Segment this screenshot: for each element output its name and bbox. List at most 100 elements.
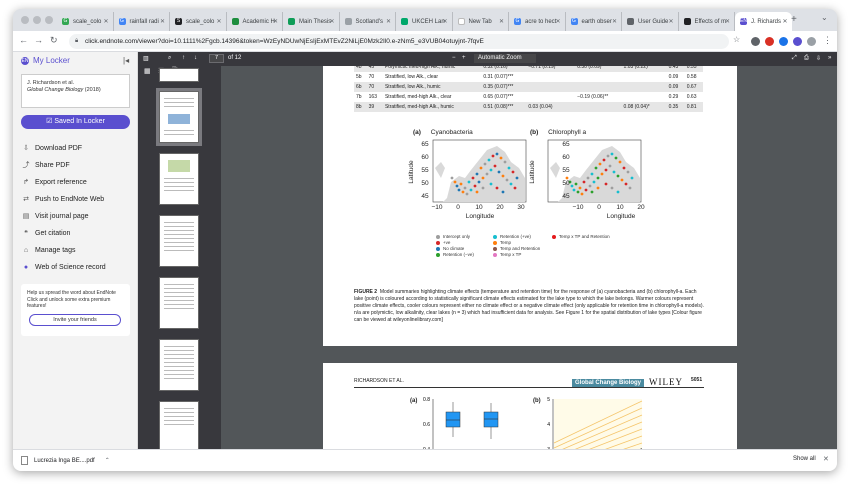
- close-icon[interactable]: ✕: [823, 455, 829, 463]
- browser-tab[interactable]: User Guide ✕: [622, 12, 679, 31]
- pdf-toolbar: ▥ ⌕ ↑ ↓ 7 of 12 − + Automatic Zoom ⤢ ⎙ ⇩…: [138, 52, 837, 66]
- browser-tab[interactable]: Gscale_colo ✕: [57, 12, 114, 31]
- reload-icon[interactable]: ↻: [50, 35, 58, 46]
- running-head: RICHARDSON ET AL.: [354, 378, 404, 384]
- collapse-sidebar-icon[interactable]: |◂: [123, 56, 129, 65]
- browser-tab[interactable]: Gacre to hect ✕: [509, 12, 566, 31]
- browser-tab[interactable]: Scotland's ✕: [340, 12, 396, 31]
- panel-a-title: Cyanobacteria: [430, 129, 473, 136]
- page-thumbnail[interactable]: [159, 68, 199, 82]
- back-icon[interactable]: ←: [19, 35, 28, 45]
- chevron-up-icon[interactable]: ⌃: [105, 457, 110, 464]
- page-thumbnail[interactable]: [159, 153, 199, 205]
- tab-close-icon[interactable]: ✕: [668, 18, 673, 25]
- extension-icon[interactable]: [751, 37, 760, 46]
- zoom-in-icon[interactable]: +: [462, 55, 466, 61]
- bookmark-star-icon[interactable]: ☆: [733, 35, 740, 44]
- page-thumbnail[interactable]: [159, 277, 199, 329]
- invite-friends-button[interactable]: Invite your friends: [29, 314, 121, 326]
- page-thumbnail[interactable]: [159, 215, 199, 267]
- lake-point: [606, 154, 610, 158]
- address-bar[interactable]: 🔒︎ click.endnote.com/viewer?doi=10.1111%…: [69, 34, 729, 49]
- browser-tab[interactable]: Effects of m ✕: [679, 12, 735, 31]
- saved-in-locker-button[interactable]: ☑ Saved In Locker: [21, 115, 130, 129]
- tab-close-icon[interactable]: ✕: [386, 18, 391, 25]
- thumbnails-icon[interactable]: ▦: [144, 67, 151, 75]
- page-number-input[interactable]: 7: [209, 54, 224, 63]
- browser-tab[interactable]: Main Thesis ✕: [283, 12, 340, 31]
- tab-close-icon[interactable]: ✕: [725, 18, 730, 25]
- browser-tab[interactable]: Academic H ✕: [227, 12, 283, 31]
- tab-close-icon[interactable]: ✕: [782, 18, 787, 25]
- tab-close-icon[interactable]: ✕: [160, 18, 165, 25]
- tab-search-icon[interactable]: ⌄: [821, 13, 828, 22]
- sidebar-menu-item[interactable]: ❝ Get citation: [21, 227, 70, 239]
- legend-column: Intercept only +ve No climate Retention (−v…: [436, 234, 474, 258]
- browser-tab[interactable]: Sscale_colo ✕: [170, 12, 227, 31]
- extension-icon[interactable]: [793, 37, 802, 46]
- previous-page-icon[interactable]: ↑: [182, 55, 185, 61]
- browser-tab[interactable]: EN J. Richards ✕: [735, 12, 792, 31]
- lake-point: [495, 186, 499, 190]
- next-page-icon[interactable]: ↓: [194, 55, 197, 61]
- browser-tab[interactable]: Grainfall radi ✕: [114, 12, 170, 31]
- sidebar-toggle-icon[interactable]: ▥: [143, 55, 149, 62]
- x-tick-label: 30: [517, 204, 525, 211]
- tab-close-icon[interactable]: ✕: [499, 18, 504, 25]
- sidebar-menu-item[interactable]: ⌂ Manage tags: [21, 244, 76, 256]
- tab-title: earth obser: [581, 18, 612, 25]
- extension-icon[interactable]: [779, 37, 788, 46]
- tools-icon[interactable]: »: [828, 55, 831, 61]
- maximize-window-button[interactable]: [45, 16, 53, 24]
- zoom-select[interactable]: Automatic Zoom: [474, 54, 536, 63]
- sidebar-menu-item[interactable]: ● Web of Science record: [21, 261, 106, 273]
- extension-icon[interactable]: [765, 37, 774, 46]
- x-tick-label: 10: [616, 204, 624, 211]
- print-icon[interactable]: ⎙: [804, 55, 809, 62]
- table-cell: 0.09: [668, 74, 679, 80]
- show-all-downloads-link[interactable]: Show all: [793, 456, 816, 462]
- tab-close-icon[interactable]: ✕: [555, 18, 560, 25]
- browser-tab[interactable]: UKCEH Lan ✕: [396, 12, 453, 31]
- download-item[interactable]: Lucrezia Inga BE....pdf ⌃: [21, 456, 110, 465]
- close-window-button[interactable]: [21, 16, 29, 24]
- tab-close-icon[interactable]: ✕: [216, 18, 221, 25]
- pdf-document-view[interactable]: 4b 45 Polymictic med-high Alk., humic 0.32 …: [221, 66, 837, 449]
- tab-close-icon[interactable]: ✕: [273, 18, 278, 25]
- sidebar-menu-item[interactable]: ⇩ Download PDF: [21, 142, 82, 154]
- sidebar-menu-item[interactable]: ⇄ Push to EndNote Web: [21, 193, 104, 205]
- save-icon[interactable]: ⇩: [816, 55, 821, 62]
- forward-icon[interactable]: →: [34, 35, 43, 45]
- tab-close-icon[interactable]: ✕: [612, 18, 617, 25]
- sidebar-menu-item[interactable]: ▤ Visit journal page: [21, 210, 89, 222]
- lake-point: [457, 188, 461, 192]
- page-thumbnail[interactable]: [159, 339, 199, 391]
- lake-point: [489, 168, 493, 172]
- table-cell: [622, 72, 667, 82]
- legend-swatch: [552, 234, 556, 239]
- table-cell: Stratified, low Alk., clear: [384, 74, 439, 80]
- tab-close-icon[interactable]: ✕: [329, 18, 334, 25]
- sidebar-header[interactable]: EN My Locker: [21, 56, 70, 65]
- presentation-icon[interactable]: ⤢: [792, 55, 797, 62]
- kebab-menu-icon[interactable]: ⋮: [823, 35, 832, 46]
- sidebar-menu-item[interactable]: ⤴ Share PDF: [21, 159, 70, 171]
- search-icon[interactable]: ⌕: [168, 55, 171, 62]
- lake-point: [616, 190, 620, 194]
- page-thumbnail[interactable]: [159, 401, 199, 453]
- table-cell: 0.08 (0.04)*: [623, 104, 650, 110]
- page-thumbnail[interactable]: [156, 88, 202, 146]
- tab-close-icon[interactable]: ✕: [442, 18, 447, 25]
- new-tab-button[interactable]: +: [791, 14, 797, 25]
- lake-point: [495, 152, 499, 156]
- sidebar-menu-item[interactable]: ↱ Export reference: [21, 176, 87, 188]
- lake-point: [503, 160, 507, 164]
- tab-close-icon[interactable]: ✕: [103, 18, 108, 25]
- tag-icon: ⌂: [23, 246, 29, 254]
- browser-tab[interactable]: Gearth obser ✕: [566, 12, 622, 31]
- zoom-out-icon[interactable]: −: [452, 55, 456, 61]
- avatar[interactable]: [807, 37, 816, 46]
- minimize-window-button[interactable]: [33, 16, 41, 24]
- browser-tab[interactable]: New Tab ✕: [453, 12, 509, 31]
- lake-point: [453, 180, 457, 184]
